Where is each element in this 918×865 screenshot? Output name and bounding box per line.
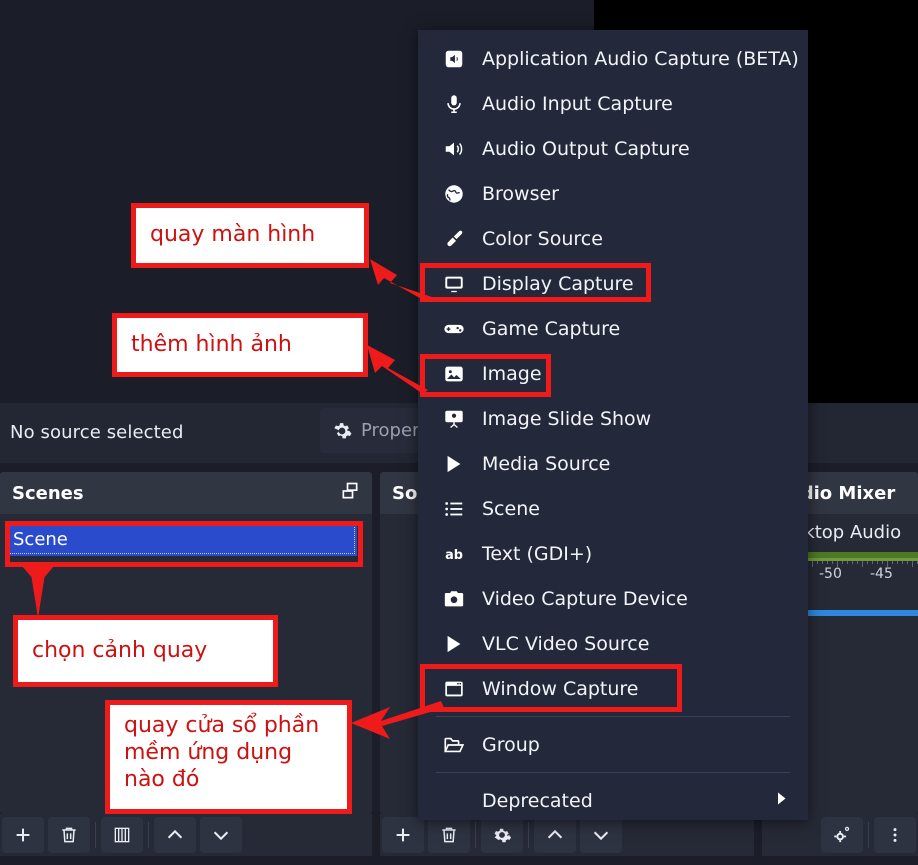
list-icon	[442, 497, 466, 521]
paintbrush-icon	[442, 227, 466, 251]
window-icon	[442, 677, 466, 701]
text-ab-icon: ab	[442, 542, 466, 566]
menu-item-label: Scene	[482, 497, 540, 520]
menu-item-label: Text (GDI+)	[482, 542, 593, 565]
scene-list-item-label: Scene	[13, 528, 68, 550]
add-scene-button[interactable]	[2, 817, 44, 853]
menu-item-label: Image Slide Show	[482, 407, 652, 430]
menu-item-label: Deprecated	[482, 789, 593, 812]
callout-add-image-text: thêm hình ảnh	[131, 331, 292, 357]
app-audio-icon	[442, 47, 466, 71]
callout-record-window-text: quay cửa sổ phần mềm ứng dụng nào đó	[124, 713, 320, 792]
menu-item-label: Browser	[482, 182, 559, 205]
camera-icon	[442, 587, 466, 611]
move-scene-down-button[interactable]	[200, 817, 242, 853]
scene-list-item[interactable]: Scene	[5, 522, 357, 556]
menu-item-game-capture[interactable]: Game Capture	[418, 306, 808, 351]
add-source-menu[interactable]: Application Audio Capture (BETA) Audio I…	[418, 30, 808, 820]
multi-window-icon[interactable]	[340, 481, 360, 506]
move-scene-up-button[interactable]	[154, 817, 196, 853]
triangle-right-icon	[772, 789, 790, 812]
menu-item-text-gdi[interactable]: ab Text (GDI+)	[418, 531, 808, 576]
play-icon	[442, 632, 466, 656]
menu-item-label: Window Capture	[482, 677, 639, 700]
speaker-icon	[442, 137, 466, 161]
play-icon	[442, 452, 466, 476]
monitor-icon	[442, 272, 466, 296]
menu-item-image[interactable]: Image	[418, 351, 808, 396]
menu-item-audio-output-capture[interactable]: Audio Output Capture	[418, 126, 808, 171]
gear-icon	[332, 421, 352, 441]
gamepad-icon	[442, 317, 466, 341]
menu-item-video-capture-device[interactable]: Video Capture Device	[418, 576, 808, 621]
menu-separator	[436, 772, 790, 773]
scene-filters-button[interactable]	[101, 817, 143, 853]
menu-item-label: Media Source	[482, 452, 611, 475]
toolbar-separator	[475, 822, 476, 848]
toolbar-separator	[868, 822, 869, 848]
toolbar-separator	[95, 822, 96, 848]
menu-item-image-slide-show[interactable]: Image Slide Show	[418, 396, 808, 441]
menu-item-label: Audio Input Capture	[482, 92, 673, 115]
callout-record-window: quay cửa sổ phần mềm ứng dụng nào đó	[105, 700, 352, 814]
obs-studio-window: No source selected Properties Scenes Sce…	[0, 0, 918, 865]
menu-item-deprecated[interactable]: Deprecated	[418, 778, 808, 823]
menu-item-label: Color Source	[482, 227, 603, 250]
menu-item-label: Audio Output Capture	[482, 137, 690, 160]
toolbar-separator	[528, 822, 529, 848]
svg-text:ab: ab	[445, 548, 463, 563]
toolbar-separator	[148, 822, 149, 848]
scenes-panel-title: Scenes	[12, 482, 84, 504]
microphone-icon	[442, 92, 466, 116]
menu-item-application-audio-capture[interactable]: Application Audio Capture (BETA)	[418, 36, 808, 81]
menu-item-label: Display Capture	[482, 272, 634, 295]
menu-item-scene[interactable]: Scene	[418, 486, 808, 531]
audio-advanced-properties-button[interactable]	[821, 817, 863, 853]
menu-item-display-capture[interactable]: Display Capture	[418, 261, 808, 306]
callout-record-screen: quay màn hình	[131, 203, 369, 268]
slideshow-icon	[442, 407, 466, 431]
menu-item-vlc-video-source[interactable]: VLC Video Source	[418, 621, 808, 666]
callout-record-screen-text: quay màn hình	[150, 222, 316, 248]
menu-item-label: VLC Video Source	[482, 632, 650, 655]
menu-item-audio-input-capture[interactable]: Audio Input Capture	[418, 81, 808, 126]
menu-item-label: Video Capture Device	[482, 587, 688, 610]
picture-icon	[442, 362, 466, 386]
scenes-panel-header: Scenes	[0, 472, 372, 514]
scenes-toolbar	[0, 814, 372, 856]
menu-item-color-source[interactable]: Color Source	[418, 216, 808, 261]
callout-choose-scene-text: chọn cảnh quay	[32, 637, 208, 663]
callout-add-image: thêm hình ảnh	[112, 313, 368, 377]
folder-icon	[442, 733, 466, 757]
menu-separator	[436, 716, 790, 717]
menu-item-label: Application Audio Capture (BETA)	[482, 47, 799, 70]
no-source-selected-label: No source selected	[10, 422, 184, 443]
menu-item-label: Group	[482, 733, 540, 756]
menu-item-media-source[interactable]: Media Source	[418, 441, 808, 486]
menu-item-browser[interactable]: Browser	[418, 171, 808, 216]
audio-scale-tick-2: -45	[870, 566, 893, 582]
globe-icon	[442, 182, 466, 206]
callout-choose-scene: chọn cảnh quay	[13, 615, 278, 687]
audio-menu-button[interactable]	[874, 817, 916, 853]
menu-item-window-capture[interactable]: Window Capture	[418, 666, 808, 711]
menu-item-label: Image	[482, 362, 542, 385]
audio-scale-tick-1: -50	[819, 566, 842, 582]
menu-item-group[interactable]: Group	[418, 722, 808, 767]
menu-item-label: Game Capture	[482, 317, 621, 340]
remove-scene-button[interactable]	[48, 817, 90, 853]
